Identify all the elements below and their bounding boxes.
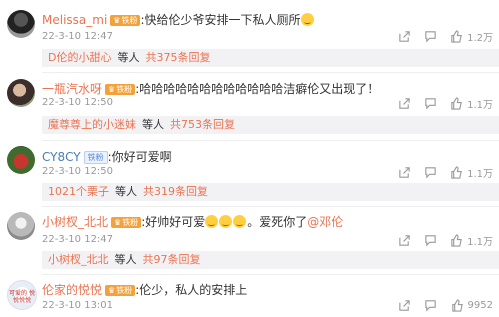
comment-reply-button[interactable] (424, 30, 437, 43)
reply-summary[interactable]: D伦的小甜心 等人 共375条回复 (42, 49, 499, 67)
comment-username[interactable]: Melissa_mi (42, 13, 107, 27)
comment-username[interactable]: 一瓶汽水呀 (42, 82, 102, 96)
thumbs-up-icon (451, 234, 462, 247)
comment-icon (425, 98, 436, 110)
reply-summary[interactable]: 魔尊尊上的小迷妹 等人 共753条回复 (42, 116, 499, 134)
comment-time: 22-3-10 12:47 (42, 234, 114, 245)
share-icon (399, 98, 410, 109)
thumbs-up-icon (451, 299, 463, 312)
thumbs-up-icon (451, 30, 462, 43)
thumbs-up-icon (451, 97, 462, 110)
view-replies-link[interactable]: 共753条回复 (170, 118, 235, 131)
fan-badge: 铁粉 (105, 285, 136, 296)
fan-badge: 铁粉 (111, 217, 142, 228)
share-button[interactable] (398, 97, 411, 110)
reply-summary[interactable]: 1021个栗子 等人 共319条回复 (42, 183, 499, 201)
comment-reply-button[interactable] (424, 299, 437, 312)
comment-username[interactable]: 伦家的悦悦 (42, 283, 102, 297)
comment-icon (425, 300, 437, 312)
share-button[interactable] (398, 234, 411, 247)
comment-reply-button[interactable] (424, 97, 437, 110)
reply-user[interactable]: D伦的小甜心 (48, 51, 111, 64)
comment-icon (425, 235, 436, 247)
share-button[interactable] (398, 166, 411, 179)
thumbs-up-icon (451, 166, 462, 179)
comment-actions: 9952 (388, 299, 493, 315)
comment-username[interactable]: CY8CY (42, 150, 81, 164)
divider (42, 206, 499, 207)
fan-badge: 铁粉 (110, 15, 141, 26)
reply-and-others: 等人 (142, 118, 164, 131)
reply-and-others: 等人 (114, 253, 137, 266)
like-count: 1.2万 (467, 33, 493, 44)
divider (42, 140, 499, 141)
share-icon (399, 31, 410, 42)
reply-user[interactable]: 小树杈_北北 (48, 253, 109, 266)
comment-reply-button[interactable] (424, 166, 437, 179)
comment-text: :哈哈哈哈哈哈哈哈哈哈哈哈洁癖伦又出现了！ (135, 82, 380, 96)
reply-summary[interactable]: 小树杈_北北 等人 共97条回复 (42, 251, 499, 269)
like-button[interactable]: 1.1万 (450, 233, 493, 248)
comment-actions: 1.1万 (388, 165, 493, 182)
comment-reply-button[interactable] (424, 234, 437, 247)
divider (42, 72, 499, 73)
like-count: 1.1万 (467, 100, 493, 111)
avatar[interactable] (7, 10, 35, 38)
avatar-text: 可爱的 悦悦悦悦 (9, 290, 35, 304)
grinning-emoji-icon (233, 215, 247, 228)
reply-and-others: 等人 (117, 51, 140, 64)
comment-text-continued: 。爱死你了 (247, 215, 308, 229)
comment-text: :伦少，私人的安排上 (135, 283, 248, 297)
like-count: 9952 (467, 300, 493, 311)
like-button[interactable]: 1.1万 (450, 96, 493, 111)
view-replies-link[interactable]: 共375条回复 (145, 51, 210, 64)
share-button[interactable] (398, 299, 411, 312)
comment-time: 22-3-10 13:01 (42, 300, 114, 311)
comment-username[interactable]: 小树杈_北北 (42, 215, 108, 229)
avatar[interactable] (7, 212, 35, 240)
like-count: 1.1万 (467, 237, 493, 248)
like-button[interactable]: 9952 (451, 299, 493, 312)
avatar[interactable]: 可爱的 悦悦悦悦 (7, 280, 37, 310)
avatar[interactable] (7, 146, 35, 174)
comment-icon (425, 31, 436, 43)
like-button[interactable]: 1.1万 (450, 165, 493, 180)
fan-badge: 铁粉 (83, 151, 108, 164)
comment-feed: Melissa_mi铁粉:快给伦少爷安排一下私人厕所 22-3-10 12:47… (0, 0, 499, 317)
comment-text: :快给伦少爷安排一下私人厕所 (140, 13, 301, 27)
reply-user[interactable]: 1021个栗子 (48, 185, 109, 198)
comment-text: :你好可爱啊 (107, 150, 172, 164)
fan-badge: 铁粉 (105, 84, 136, 95)
share-icon (399, 300, 410, 311)
grinning-emoji-icon (205, 215, 219, 228)
share-icon (399, 167, 410, 178)
grinning-emoji-icon (300, 13, 314, 26)
like-count: 1.1万 (467, 169, 493, 180)
like-button[interactable]: 1.2万 (450, 29, 493, 44)
comment-actions: 1.2万 (388, 29, 493, 46)
view-replies-link[interactable]: 共97条回复 (143, 253, 201, 266)
comment-time: 22-3-10 12:50 (42, 166, 114, 177)
share-icon (399, 235, 410, 246)
comment-text: :好帅好可爱 (141, 215, 206, 229)
grinning-emoji-icon (219, 215, 233, 228)
comment-time: 22-3-10 12:47 (42, 31, 114, 42)
reply-user[interactable]: 魔尊尊上的小迷妹 (48, 118, 136, 131)
comment-icon (425, 167, 436, 179)
comment-time: 22-3-10 12:50 (42, 97, 114, 108)
comment-actions: 1.1万 (388, 96, 493, 113)
reply-and-others: 等人 (115, 185, 137, 198)
avatar[interactable] (7, 79, 35, 107)
share-button[interactable] (398, 30, 411, 43)
comment-actions: 1.1万 (388, 233, 493, 250)
view-replies-link[interactable]: 共319条回复 (143, 185, 208, 198)
divider (42, 274, 499, 275)
mention-link[interactable]: @邓伦 (307, 215, 343, 229)
